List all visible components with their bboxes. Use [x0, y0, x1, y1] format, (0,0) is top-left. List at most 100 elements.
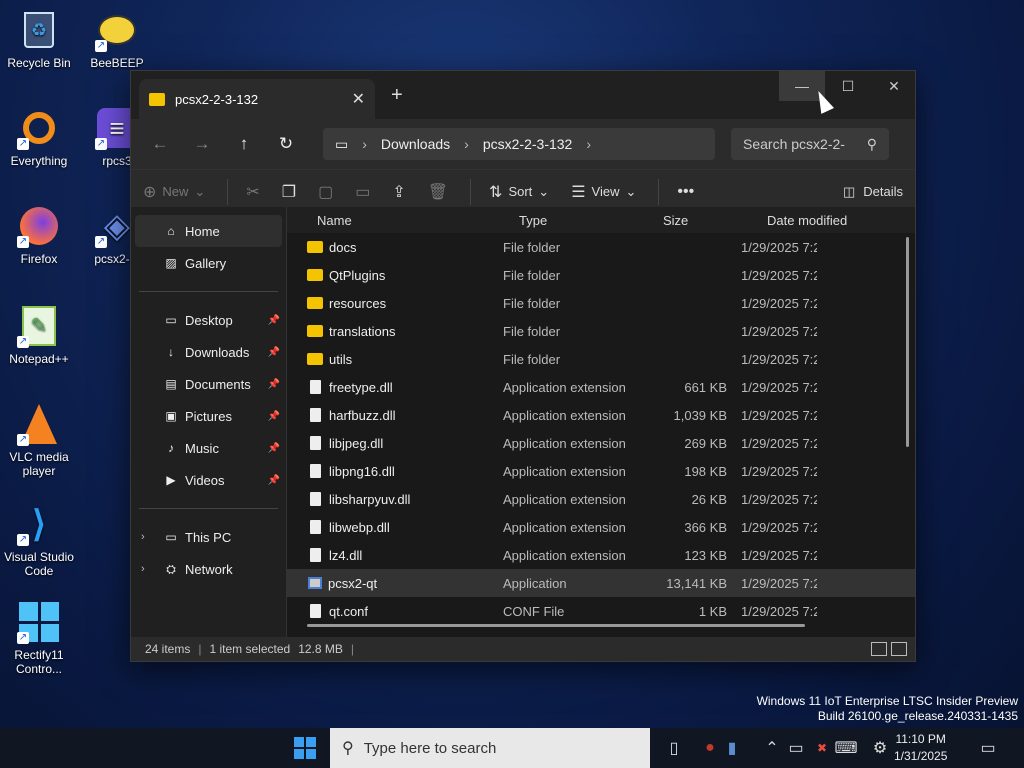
- sidebar-item-videos[interactable]: ▶ Videos 📌: [131, 464, 286, 496]
- folder-icon: [307, 353, 323, 365]
- chevron-right-icon[interactable]: ›: [586, 136, 591, 152]
- breadcrumb-downloads[interactable]: Downloads: [381, 136, 450, 152]
- table-row[interactable]: libwebp.dll Application extension 366 KB 1/…: [287, 513, 915, 541]
- table-row[interactable]: pcsx2-qt Application 13,141 KB 1/29/2025 7:…: [287, 569, 915, 597]
- sidebar-item-desktop[interactable]: ▭ Desktop 📌: [131, 304, 286, 336]
- table-row[interactable]: qt.conf CONF File 1 KB 1/29/2025 7:23: [287, 597, 915, 625]
- details-view-button[interactable]: [871, 642, 887, 656]
- settings-icon[interactable]: ⚙: [868, 736, 892, 760]
- close-window-button[interactable]: ✕: [871, 71, 917, 101]
- error-icon[interactable]: ✖: [810, 736, 834, 760]
- file-size: 123 KB: [684, 547, 727, 563]
- desktop-everything[interactable]: ↗ Everything: [0, 106, 78, 168]
- desktop-rectify11[interactable]: ↗ Rectify11 Contro...: [0, 600, 78, 676]
- table-row[interactable]: lz4.dll Application extension 123 KB 1/29/2…: [287, 541, 915, 569]
- title-bar[interactable]: pcsx2-2-3-132 ✕ + — ☐ ✕: [131, 71, 915, 119]
- sidebar-item-this-pc[interactable]: › ▭ This PC: [131, 521, 286, 553]
- pin-icon[interactable]: 📌: [268, 411, 280, 422]
- taskbar-search-input[interactable]: Type here to search: [364, 740, 497, 757]
- file-explorer-taskbar-icon[interactable]: ▮: [720, 736, 744, 760]
- delete-button[interactable]: 🗑: [428, 182, 448, 202]
- desktop-icon-label: Notepad++: [9, 352, 69, 366]
- sidebar-item-documents[interactable]: ▤ Documents 📌: [131, 368, 286, 400]
- tab-pcsx2[interactable]: pcsx2-2-3-132 ✕: [139, 79, 375, 119]
- column-size[interactable]: Size: [639, 213, 727, 228]
- chevron-up-icon[interactable]: ⌃: [760, 736, 784, 760]
- taskbar-search[interactable]: ⚲ Type here to search: [330, 728, 650, 768]
- column-date-modified[interactable]: Date modified: [727, 213, 847, 228]
- details-pane-button[interactable]: ◫ Details: [843, 184, 903, 200]
- desktop-recycle-bin[interactable]: ♻ Recycle Bin: [0, 8, 78, 70]
- copy-button[interactable]: ❐: [282, 182, 296, 202]
- sidebar-item-downloads[interactable]: ↓ Downloads 📌: [131, 336, 286, 368]
- notification-icon[interactable]: ▭: [976, 736, 1000, 760]
- maximize-button[interactable]: ☐: [825, 71, 871, 101]
- table-row[interactable]: docs File folder 1/29/2025 7:23: [287, 233, 915, 261]
- close-tab-icon[interactable]: ✕: [352, 89, 365, 109]
- back-button[interactable]: ←: [139, 134, 181, 154]
- table-row[interactable]: harfbuzz.dll Application extension 1,039 K…: [287, 401, 915, 429]
- breadcrumb-pcsx2[interactable]: pcsx2-2-3-132: [483, 136, 573, 152]
- sidebar-item-pictures[interactable]: ▣ Pictures 📌: [131, 400, 286, 432]
- address-bar[interactable]: ▭ › Downloads › pcsx2-2-3-132 ›: [323, 128, 715, 160]
- chevron-right-icon[interactable]: ›: [141, 531, 145, 543]
- keyboard-icon[interactable]: ⌨: [834, 736, 858, 760]
- file-icon: [310, 380, 321, 394]
- table-row[interactable]: utils File folder 1/29/2025 7:23: [287, 345, 915, 373]
- search-input[interactable]: Search pcsx2-2-: [743, 136, 845, 152]
- chevron-right-icon[interactable]: ›: [141, 563, 145, 575]
- column-type[interactable]: Type: [503, 213, 639, 228]
- desktop-vlc[interactable]: ↗ VLC media player: [0, 402, 78, 478]
- file-type: Application extension: [503, 463, 626, 479]
- view-button[interactable]: ☰ View ⌄: [571, 182, 636, 202]
- file-type: File folder: [503, 239, 561, 255]
- horizontal-scrollbar[interactable]: [307, 624, 805, 627]
- desktop-notepadpp[interactable]: ✎ ↗ Notepad++: [0, 304, 78, 366]
- vertical-scrollbar[interactable]: [906, 237, 909, 447]
- up-button[interactable]: ↑: [223, 134, 265, 154]
- sidebar-item-label: Home: [185, 223, 220, 239]
- sidebar-item-network[interactable]: › ⛭ Network: [131, 553, 286, 585]
- chevron-right-icon[interactable]: ›: [362, 136, 367, 152]
- table-row[interactable]: QtPlugins File folder 1/29/2025 7:23: [287, 261, 915, 289]
- start-button[interactable]: [294, 737, 316, 759]
- share-button[interactable]: ⇪: [392, 182, 405, 202]
- pin-icon[interactable]: 📌: [268, 443, 280, 454]
- pin-icon[interactable]: 📌: [268, 347, 280, 358]
- pin-icon[interactable]: 📌: [268, 475, 280, 486]
- forward-button[interactable]: →: [181, 134, 223, 154]
- vlc-icon: ↗: [17, 402, 61, 446]
- clock[interactable]: 11:10 PM 1/31/2025: [894, 731, 947, 765]
- task-view-icon[interactable]: ▯: [662, 736, 686, 760]
- divider: [139, 508, 278, 509]
- sidebar-item-gallery[interactable]: ▨ Gallery: [131, 247, 286, 279]
- desktop-beebeep[interactable]: ↗ BeeBEEP: [78, 8, 156, 70]
- cut-button[interactable]: ✂: [246, 182, 259, 202]
- desktop-vscode[interactable]: ⟩ ↗ Visual Studio Code: [0, 502, 78, 579]
- column-name[interactable]: Name: [287, 213, 503, 228]
- sidebar-item-home[interactable]: ⌂ Home: [135, 215, 282, 247]
- tiles-view-button[interactable]: [891, 642, 907, 656]
- new-tab-button[interactable]: +: [391, 84, 403, 107]
- chevron-right-icon[interactable]: ›: [464, 136, 469, 152]
- refresh-button[interactable]: ↻: [265, 134, 307, 154]
- network-icon[interactable]: ▭: [784, 736, 808, 760]
- desktop-firefox[interactable]: ↗ Firefox: [0, 204, 78, 266]
- sidebar-item-music[interactable]: ♪ Music 📌: [131, 432, 286, 464]
- this-pc-icon[interactable]: ▭: [335, 136, 348, 153]
- rename-button[interactable]: ▭: [355, 182, 370, 202]
- beebeep-taskbar-icon[interactable]: ●: [698, 736, 722, 760]
- search-box[interactable]: Search pcsx2-2- ⚲: [731, 128, 889, 160]
- pin-icon[interactable]: 📌: [268, 315, 280, 326]
- pin-icon[interactable]: 📌: [268, 379, 280, 390]
- more-options-button[interactable]: •••: [677, 183, 694, 201]
- table-row[interactable]: libsharpyuv.dll Application extension 26 K…: [287, 485, 915, 513]
- table-row[interactable]: libjpeg.dll Application extension 269 KB 1/…: [287, 429, 915, 457]
- sort-button[interactable]: ⇅ Sort ⌄: [489, 182, 549, 202]
- table-row[interactable]: translations File folder 1/29/2025 7:23: [287, 317, 915, 345]
- paste-button[interactable]: ▢: [318, 182, 333, 202]
- new-button[interactable]: ⊕ New ⌄: [143, 182, 205, 202]
- table-row[interactable]: resources File folder 1/29/2025 7:23: [287, 289, 915, 317]
- table-row[interactable]: libpng16.dll Application extension 198 KB 1…: [287, 457, 915, 485]
- table-row[interactable]: freetype.dll Application extension 661 KB 1…: [287, 373, 915, 401]
